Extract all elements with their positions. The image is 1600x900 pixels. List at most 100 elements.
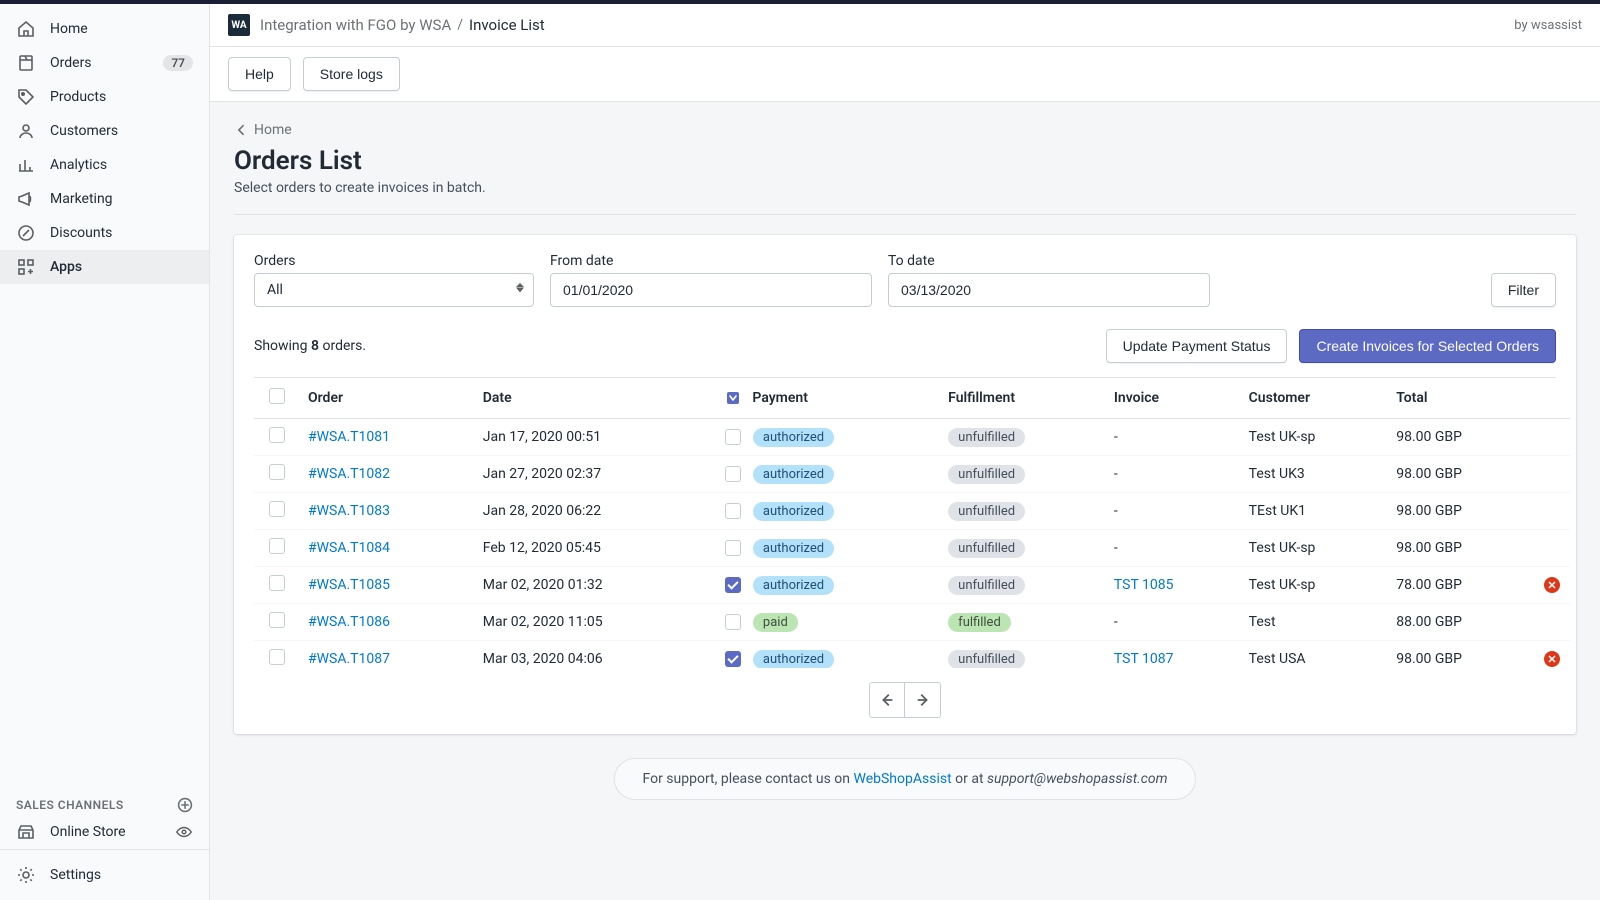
error-icon[interactable]: ✕: [1544, 651, 1560, 667]
sidebar-item-label: Orders: [50, 55, 163, 71]
orders-label: Orders: [254, 253, 534, 269]
order-link[interactable]: #WSA.T1084: [308, 540, 390, 556]
invoice-link[interactable]: TST 1085: [1114, 577, 1174, 593]
eye-icon[interactable]: [175, 823, 193, 841]
support-email: support@webshopassist.com: [987, 771, 1167, 787]
customer-cell: Test USA: [1241, 641, 1389, 669]
invoice-link[interactable]: TST 1087: [1114, 651, 1174, 667]
breadcrumb-page: Invoice List: [469, 16, 545, 34]
analytics-icon: [16, 155, 36, 175]
sidebar: HomeOrders77Products Customers Analytics Ma…: [0, 4, 210, 900]
update-payment-button[interactable]: Update Payment Status: [1106, 329, 1288, 363]
toolbar: Help Store logs: [210, 47, 1600, 102]
sidebar-item-apps[interactable]: Apps: [0, 250, 209, 284]
pending-checkbox[interactable]: [725, 503, 741, 519]
date-cell: Mar 02, 2020 11:05: [475, 604, 717, 641]
order-link[interactable]: #WSA.T1087: [308, 651, 390, 667]
sidebar-item-home[interactable]: Home: [0, 12, 209, 46]
pending-checkbox[interactable]: [725, 614, 741, 630]
row-checkbox[interactable]: [269, 427, 285, 443]
sort-down-icon: [725, 390, 741, 406]
pending-checkbox[interactable]: [725, 577, 741, 593]
customer-cell: Test UK-sp: [1241, 567, 1389, 604]
back-link[interactable]: Home: [234, 122, 292, 138]
row-checkbox[interactable]: [269, 464, 285, 480]
from-date-filter: From date: [550, 253, 872, 307]
orders-select[interactable]: All: [254, 273, 534, 307]
filter-button[interactable]: Filter: [1491, 273, 1556, 307]
col-invoice[interactable]: Invoice: [1106, 378, 1241, 419]
payment-badge: authorized: [753, 465, 834, 484]
arrow-left-icon: [878, 691, 896, 709]
date-cell: Mar 02, 2020 01:32: [475, 567, 717, 604]
col-payment[interactable]: Payment: [717, 378, 940, 419]
customer-cell: Test UK-sp: [1241, 530, 1389, 567]
sidebar-item-settings[interactable]: Settings: [0, 858, 209, 892]
sidebar-item-label: Settings: [50, 867, 193, 883]
store-logs-button[interactable]: Store logs: [303, 57, 400, 91]
sidebar-item-discounts[interactable]: Discounts: [0, 216, 209, 250]
table-row: #WSA.T1087 Mar 03, 2020 04:06 authorized…: [254, 641, 1570, 669]
fulfillment-badge: unfulfilled: [948, 465, 1025, 484]
invoice-value: -: [1114, 466, 1118, 482]
row-checkbox[interactable]: [269, 501, 285, 517]
col-customer[interactable]: Customer: [1241, 378, 1389, 419]
sidebar-item-marketing[interactable]: Marketing: [0, 182, 209, 216]
payment-badge: authorized: [753, 428, 834, 447]
total-cell: 88.00 GBP: [1388, 604, 1534, 641]
app-header: WA Integration with FGO by WSA / Invoice…: [210, 4, 1600, 47]
invoice-value: -: [1114, 614, 1118, 630]
add-channel-icon[interactable]: [177, 797, 193, 813]
sidebar-item-online-store[interactable]: Online Store: [0, 815, 209, 849]
col-payment-label: Payment: [752, 390, 808, 406]
orders-card: Orders All From date To date: [234, 235, 1576, 734]
pager-prev[interactable]: [869, 682, 905, 718]
table-actions: Showing 8 orders. Update Payment Status …: [254, 321, 1556, 377]
payment-badge: authorized: [753, 502, 834, 521]
to-date-input[interactable]: [888, 273, 1210, 307]
orders-filter: Orders All: [254, 253, 534, 307]
col-total[interactable]: Total: [1388, 378, 1534, 419]
table-row: #WSA.T1083 Jan 28, 2020 06:22 authorized…: [254, 493, 1570, 530]
col-order[interactable]: Order: [300, 378, 475, 419]
row-checkbox[interactable]: [269, 649, 285, 665]
order-link[interactable]: #WSA.T1083: [308, 503, 390, 519]
order-link[interactable]: #WSA.T1082: [308, 466, 390, 482]
sidebar-item-label: Customers: [50, 123, 193, 139]
error-icon[interactable]: ✕: [1544, 577, 1560, 593]
col-date[interactable]: Date: [475, 378, 717, 419]
sidebar-item-customers[interactable]: Customers: [0, 114, 209, 148]
pending-checkbox[interactable]: [725, 429, 741, 445]
sidebar-item-analytics[interactable]: Analytics: [0, 148, 209, 182]
sidebar-item-label: Discounts: [50, 225, 193, 241]
col-fulfillment[interactable]: Fulfillment: [940, 378, 1106, 419]
row-checkbox[interactable]: [269, 575, 285, 591]
order-link[interactable]: #WSA.T1081: [308, 429, 390, 445]
help-button[interactable]: Help: [228, 57, 291, 91]
order-link[interactable]: #WSA.T1086: [308, 614, 390, 630]
select-all-checkbox[interactable]: [269, 388, 285, 404]
showing-suffix: orders.: [319, 338, 366, 354]
sidebar-item-label: Marketing: [50, 191, 193, 207]
main-content: WA Integration with FGO by WSA / Invoice…: [210, 4, 1600, 900]
breadcrumb-app[interactable]: Integration with FGO by WSA: [260, 16, 451, 34]
create-invoices-button[interactable]: Create Invoices for Selected Orders: [1299, 329, 1556, 363]
table-row: #WSA.T1085 Mar 02, 2020 01:32 authorized…: [254, 567, 1570, 604]
support-link[interactable]: WebShopAssist: [854, 771, 952, 787]
pending-checkbox[interactable]: [725, 466, 741, 482]
pending-checkbox[interactable]: [725, 540, 741, 556]
row-checkbox[interactable]: [269, 612, 285, 628]
order-link[interactable]: #WSA.T1085: [308, 577, 390, 593]
support-middle: or at: [952, 771, 987, 787]
fulfillment-badge: unfulfilled: [948, 502, 1025, 521]
date-cell: Jan 17, 2020 00:51: [475, 419, 717, 456]
table-scroll[interactable]: Order Date Payment Fulfillment Invoice C…: [254, 378, 1576, 668]
total-cell: 98.00 GBP: [1388, 530, 1534, 567]
sidebar-item-orders[interactable]: Orders77: [0, 46, 209, 80]
pager-next[interactable]: [905, 682, 941, 718]
row-checkbox[interactable]: [269, 538, 285, 554]
fulfillment-badge: unfulfilled: [948, 650, 1025, 669]
pending-checkbox[interactable]: [725, 651, 741, 667]
from-date-input[interactable]: [550, 273, 872, 307]
sidebar-item-products[interactable]: Products: [0, 80, 209, 114]
